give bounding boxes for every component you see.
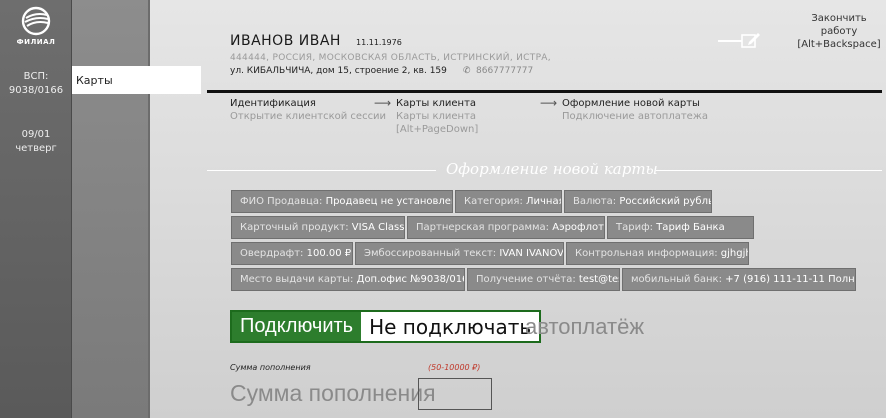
chip-label: Контрольная информация: xyxy=(575,248,718,259)
chip-tariff: Тариф: Тариф Банка xyxy=(607,216,754,239)
chip-label: Валюта: xyxy=(573,196,617,207)
brand-label: ФИЛИАЛ xyxy=(16,38,56,46)
vsp-info: ВСП: 9038/0166 xyxy=(0,70,72,98)
disconnect-button[interactable]: Не подключать xyxy=(361,312,540,341)
step-title: Карты клиента xyxy=(396,98,477,109)
chip-label: Карточный продукт: xyxy=(240,222,349,233)
chip-value: Российский рубль xyxy=(619,196,712,207)
chip-label: Получение отчёта: xyxy=(476,274,576,285)
step-hotkey: [Alt+PageDown] xyxy=(396,124,479,135)
chip-overdraft: Овердрафт: 100.00 ₽ xyxy=(231,242,353,265)
step-title: Оформление новой карты xyxy=(562,98,700,109)
arrow-right-icon: ⟶ xyxy=(540,96,558,110)
chip-value: test@test xyxy=(578,274,619,285)
chip-extra: Полный xyxy=(828,274,855,285)
header-divider xyxy=(207,90,882,93)
chip-embossed-text: Эмбоссированный текст: IVAN IVANOV xyxy=(355,242,564,265)
chip-card-product: Карточный продукт: VISA Classic xyxy=(231,216,405,239)
chip-category: Категория: Личная xyxy=(455,190,562,213)
chip-label: Категория: xyxy=(464,196,523,207)
step-identification[interactable]: Идентификация Открытие клиентской сессии xyxy=(230,97,386,123)
chip-value: Доп.офис №9038/0166 xyxy=(356,274,465,285)
client-name: ИВАНОВ ИВАН xyxy=(230,33,341,49)
step-sub: Открытие клиентской сессии xyxy=(230,111,387,122)
edit-divider xyxy=(718,40,742,42)
date-info: 09/01 четверг xyxy=(0,128,72,156)
client-address-line2: ул. КИБАЛЬЧИЧА, дом 15, строение 2, кв. … xyxy=(230,66,447,76)
phone-icon: ✆ xyxy=(463,66,471,76)
nav-column xyxy=(72,0,150,418)
chip-label: Овердрафт: xyxy=(240,248,304,259)
finish-work-button[interactable]: Закончить работу [Alt+Backspace] xyxy=(792,12,886,51)
chip-value: gjhgjh xyxy=(720,248,749,259)
chip-control-info: Контрольная информация: gjhgjh xyxy=(566,242,749,265)
autopay-label: автоплатёж xyxy=(525,314,645,339)
chip-mobile-bank: мобильный банк: +7 (916) 111-11-11 Полны… xyxy=(622,268,856,291)
amount-range: (50-10000 ₽) xyxy=(428,363,481,372)
amount-placeholder-label: Сумма пополнения xyxy=(230,380,436,406)
section-rule-left xyxy=(207,170,436,171)
chip-label: Партнерская программа: xyxy=(416,222,550,233)
arrow-right-icon: ⟶ xyxy=(374,96,392,110)
step-client-cards[interactable]: Карты клиента Карты клиента [Alt+PageDow… xyxy=(396,97,478,136)
amount-small-label: Сумма пополнения xyxy=(230,363,311,372)
vsp-label: ВСП: xyxy=(23,71,49,82)
connect-button[interactable]: Подключить xyxy=(232,312,362,341)
edit-icon[interactable] xyxy=(741,31,761,49)
chip-value: IVAN IVANOV xyxy=(499,248,564,259)
chip-report: Получение отчёта: test@test xyxy=(467,268,620,291)
chip-value: +7 (916) 111-11-11 xyxy=(725,274,825,285)
chip-label: Тариф: xyxy=(616,222,654,233)
chip-value: VISA Classic xyxy=(351,222,405,233)
amount-input[interactable] xyxy=(418,378,492,410)
nav-item-cards[interactable]: Карты xyxy=(72,66,201,94)
autopay-toggle: Подключить Не подключать xyxy=(230,310,542,343)
chip-value: Продавец не установлен xyxy=(325,196,453,207)
chip-label: Место выдачи карты: xyxy=(240,274,354,285)
chip-seller: ФИО Продавца: Продавец не установлен xyxy=(231,190,453,213)
step-sub: Подключение автоплатежа xyxy=(562,111,708,122)
vsp-value: 9038/0166 xyxy=(8,85,64,96)
client-phone: 8667777777 xyxy=(476,66,534,76)
client-dob: 11.11.1976 xyxy=(356,38,402,47)
chip-issue-place: Место выдачи карты: Доп.офис №9038/0166 xyxy=(231,268,465,291)
chip-value: Тариф Банка xyxy=(656,222,725,233)
step-title: Идентификация xyxy=(230,98,316,109)
chip-value: Личная xyxy=(526,196,562,207)
finish-hotkey: [Alt+Backspace] xyxy=(797,39,881,50)
chip-partner-program: Партнерская программа: Аэрофлот-бонус xyxy=(407,216,605,239)
step-new-card: Оформление новой карты Подключение автоп… xyxy=(562,97,708,123)
section-rule-right xyxy=(656,170,882,171)
date-value: 09/01 xyxy=(21,129,51,140)
finish-line2: работу xyxy=(820,26,858,37)
chip-label: Эмбоссированный текст: xyxy=(364,248,497,259)
chip-label: мобильный банк: xyxy=(631,274,722,285)
step-sub: Карты клиента xyxy=(396,111,477,122)
left-rail: ФИЛИАЛ ВСП: 9038/0166 09/01 четверг xyxy=(0,0,72,418)
chip-currency: Валюта: Российский рубль xyxy=(564,190,712,213)
weekday-value: четверг xyxy=(15,143,57,154)
client-address-line1: 444444, РОССИЯ, МОСКОВСКАЯ ОБЛАСТЬ, ИСТР… xyxy=(230,53,551,63)
chip-label: ФИО Продавца: xyxy=(240,196,323,207)
chip-value: 100.00 ₽ xyxy=(306,248,352,259)
finish-line1: Закончить xyxy=(811,13,867,24)
chip-value: Аэрофлот-бонус xyxy=(552,222,604,233)
section-title: Оформление новой карты xyxy=(446,160,658,178)
bank-logo-icon xyxy=(21,6,51,36)
